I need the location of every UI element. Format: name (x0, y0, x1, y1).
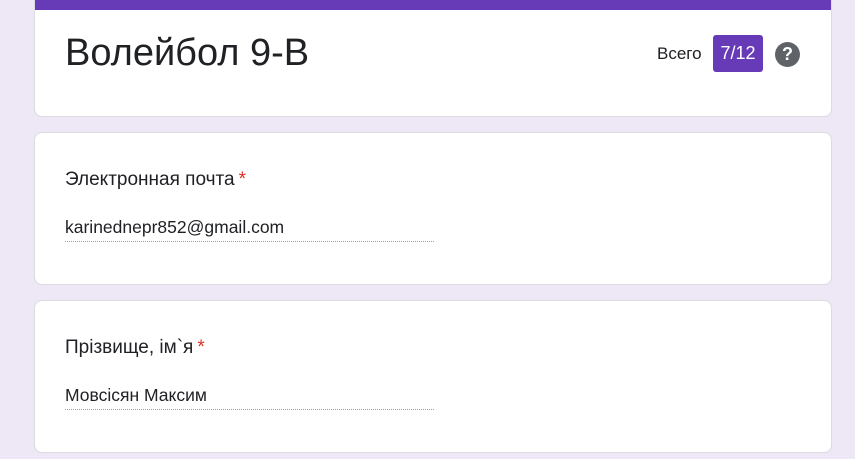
form-header-card: Волейбол 9-В Всего 7/12 ? (34, 0, 832, 117)
question-label: Электронная почта (65, 169, 235, 190)
help-icon[interactable]: ? (775, 42, 800, 67)
question-title: Прізвище, ім`я * (65, 335, 205, 361)
score-label: Всего (657, 44, 702, 63)
question-label: Прізвище, ім`я (65, 337, 194, 358)
required-asterisk: * (197, 337, 205, 358)
question-card-name: Прізвище, ім`я * Мовсісян Максим (34, 300, 832, 453)
name-answer: Мовсісян Максим (65, 383, 434, 410)
header-accent-bar (35, 0, 831, 10)
required-asterisk: * (238, 169, 246, 190)
score-badge: 7/12 (713, 35, 763, 72)
email-answer: karinednepr852@gmail.com (65, 215, 434, 242)
form-title: Волейбол 9-В (65, 32, 310, 74)
question-card-email: Электронная почта * karinednepr852@gmail.… (34, 132, 832, 285)
question-title: Электронная почта * (65, 167, 246, 193)
